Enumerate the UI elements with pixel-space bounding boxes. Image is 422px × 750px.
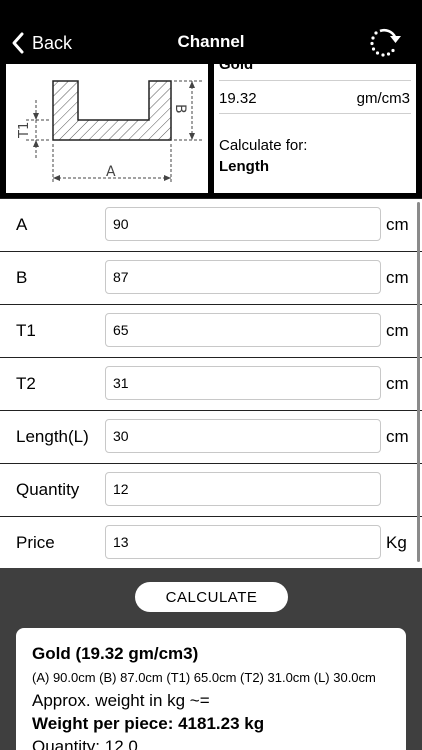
row-t2: T2 cm — [0, 357, 422, 410]
result-area: CALCULATE Gold (19.32 gm/cm3) (A) 90.0cm… — [0, 568, 422, 750]
calculate-button[interactable]: CALCULATE — [135, 582, 288, 612]
unit-label: cm — [386, 215, 409, 234]
material-info[interactable]: Gold 19.32 gm/cm3 Calculate for: Length — [214, 64, 416, 193]
unit-label: cm — [386, 321, 409, 340]
row-b: B cm — [0, 251, 422, 304]
row-length: Length(L) cm — [0, 410, 422, 463]
quantity-input[interactable] — [105, 472, 381, 506]
t1-input[interactable] — [105, 313, 381, 347]
field-label: Price — [16, 533, 55, 552]
price-input[interactable] — [105, 525, 381, 559]
unit-label: cm — [386, 268, 409, 287]
calculate-for-label: Calculate for: — [219, 137, 308, 154]
material-name: Gold — [219, 64, 254, 73]
dimension-label-b: B — [172, 104, 188, 114]
row-quantity: Quantity — [0, 463, 422, 516]
field-label: A — [16, 215, 28, 234]
result-dimensions: (A) 90.0cm (B) 87.0cm (T1) 65.0cm (T2) 3… — [32, 670, 376, 685]
field-label: T2 — [16, 374, 36, 393]
channel-diagram: A B T1 — [6, 64, 208, 193]
length-input[interactable] — [105, 419, 381, 453]
row-t1: T1 cm — [0, 304, 422, 357]
density-unit: gm/cm3 — [356, 90, 410, 107]
t2-input[interactable] — [105, 366, 381, 400]
density-value: 19.32 — [219, 90, 257, 107]
unit-label: Kg — [386, 533, 407, 552]
divider — [219, 80, 411, 81]
result-weight-per-piece: Weight per piece: 4181.23 kg — [32, 714, 265, 733]
input-form: A cm B cm T1 cm T2 cm Length(L) cm Quant… — [0, 198, 422, 568]
divider — [219, 113, 411, 114]
top-panel: A B T1 Gold 19.32 gm/cm3 Calculate for: … — [0, 64, 422, 198]
field-label: Quantity — [16, 480, 80, 499]
a-input[interactable] — [105, 207, 381, 241]
dimension-label-a: A — [106, 164, 116, 180]
field-label: B — [16, 268, 28, 287]
dimension-label-t1: T1 — [17, 122, 32, 139]
b-input[interactable] — [105, 260, 381, 294]
result-card: Gold (19.32 gm/cm3) (A) 90.0cm (B) 87.0c… — [16, 628, 406, 750]
calculate-for-value[interactable]: Length — [219, 158, 269, 175]
row-a: A cm — [0, 198, 422, 251]
result-quantity: Quantity: 12.0 — [32, 737, 138, 750]
page-title: Channel — [177, 32, 245, 51]
navigation-bar: Back Channel — [0, 0, 422, 64]
scrollbar[interactable] — [417, 202, 420, 562]
result-title: Gold (19.32 gm/cm3) — [32, 644, 199, 663]
unit-label: cm — [386, 374, 409, 393]
field-label: T1 — [16, 321, 36, 340]
result-approx-label: Approx. weight in kg ~= — [32, 691, 210, 710]
unit-label: cm — [386, 427, 409, 446]
refresh-icon[interactable] — [366, 24, 406, 60]
field-label: Length(L) — [16, 427, 89, 446]
row-price: Price Kg — [0, 516, 422, 569]
